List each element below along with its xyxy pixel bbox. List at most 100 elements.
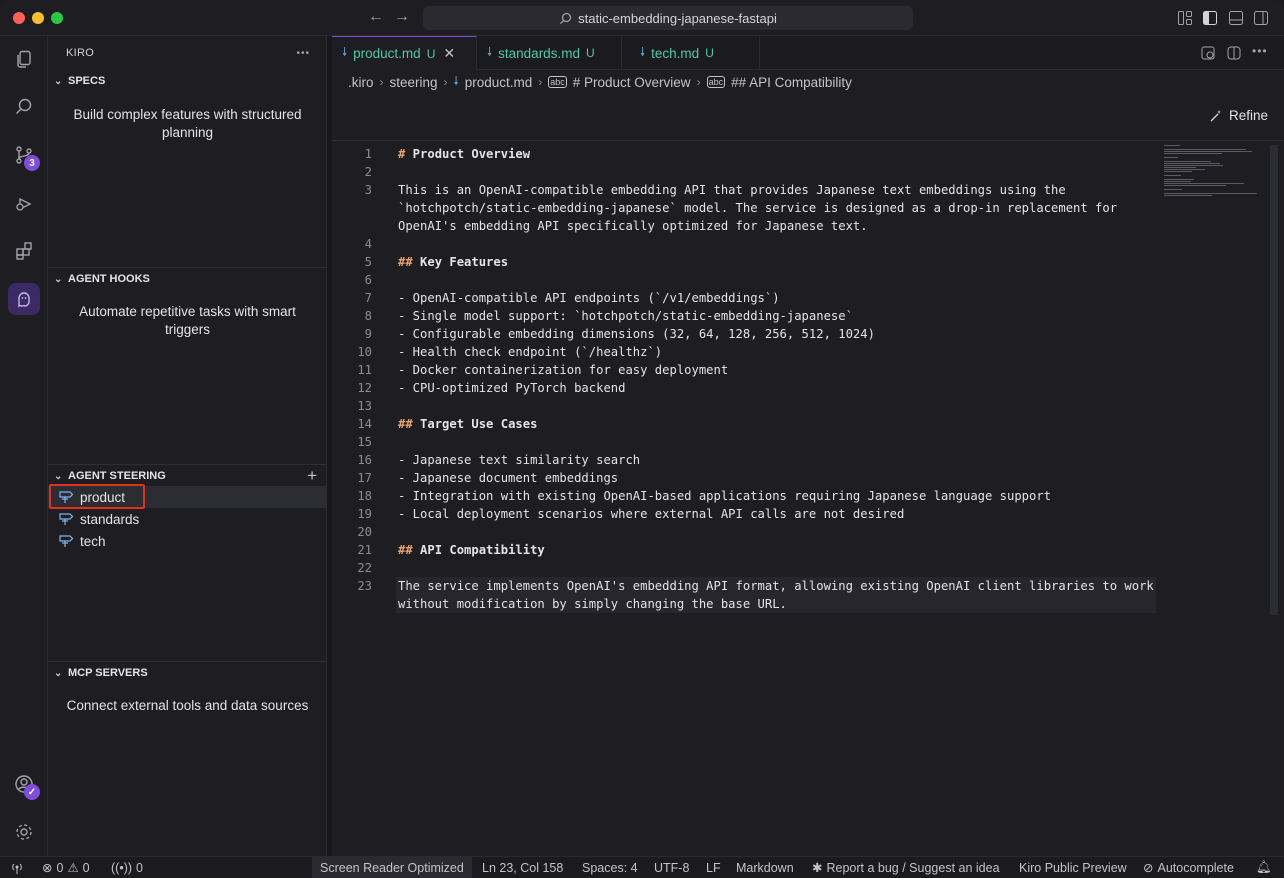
settings-button[interactable] bbox=[8, 816, 40, 848]
minimap[interactable] bbox=[1164, 145, 1268, 205]
line-text: ## Key Features bbox=[398, 255, 509, 269]
breadcrumb-item[interactable]: .kiro bbox=[348, 75, 374, 90]
run-debug-button[interactable] bbox=[8, 187, 40, 219]
panel-title: KIRO bbox=[66, 47, 95, 59]
code-line[interactable]: 4 bbox=[332, 235, 1284, 253]
problems-indicator[interactable]: ⊗ 0 ⚠ 0 bbox=[42, 857, 90, 878]
code-line[interactable]: 13 bbox=[332, 397, 1284, 415]
refine-button[interactable]: Refine bbox=[1209, 108, 1268, 123]
code-line[interactable]: 7 - OpenAI-compatible API endpoints (`/v1… bbox=[332, 289, 1284, 307]
open-preview-icon[interactable] bbox=[1200, 45, 1216, 61]
split-editor-icon[interactable] bbox=[1226, 45, 1242, 61]
minimap-line bbox=[1164, 153, 1222, 154]
agent-hooks-section-header[interactable]: ⌄ AGENT HOOKS bbox=[48, 268, 327, 290]
end-of-line[interactable]: LF bbox=[706, 857, 721, 878]
indentation[interactable]: Spaces: 4 bbox=[582, 857, 638, 878]
close-window-button[interactable] bbox=[13, 12, 25, 24]
autocomplete-toggle[interactable]: ⊘ Autocomplete bbox=[1143, 857, 1234, 878]
line-text: OpenAI's embedding API specifically opti… bbox=[398, 219, 868, 233]
minimize-window-button[interactable] bbox=[32, 12, 44, 24]
code-line[interactable]: 20 bbox=[332, 523, 1284, 541]
explorer-button[interactable] bbox=[8, 43, 40, 75]
account-button[interactable]: ✓ bbox=[8, 768, 40, 800]
line-number: 2 bbox=[364, 165, 372, 179]
code-editor[interactable]: 1 # Product Overview 2 3 This is an OpenAI-c… bbox=[332, 145, 1284, 856]
line-number: 13 bbox=[357, 399, 372, 413]
line-text: without modification by simply changing … bbox=[398, 597, 787, 611]
code-line[interactable]: 9 - Configurable embedding dimensions (32… bbox=[332, 325, 1284, 343]
code-line[interactable]: 23 The service implements OpenAI's embedd… bbox=[332, 577, 1284, 595]
steering-item-standards[interactable]: standards bbox=[48, 508, 327, 530]
code-line[interactable]: 17 - Japanese document embeddings bbox=[332, 469, 1284, 487]
markdown-file-icon: 🠗 bbox=[640, 44, 646, 59]
report-bug-link[interactable]: ✱ Report a bug / Suggest an idea bbox=[812, 857, 1000, 878]
encoding[interactable]: UTF-8 bbox=[654, 857, 689, 878]
code-line[interactable]: 11 - Docker containerization for easy dep… bbox=[332, 361, 1284, 379]
breadcrumb-item[interactable]: product.md bbox=[465, 75, 533, 90]
language-mode[interactable]: Markdown bbox=[736, 857, 794, 878]
tab-product-md[interactable]: 🠗 product.md U ✕ bbox=[332, 36, 477, 70]
code-line[interactable]: 19 - Local deployment scenarios where ext… bbox=[332, 505, 1284, 523]
cursor-position[interactable]: Ln 23, Col 158 bbox=[482, 857, 563, 878]
back-arrow-icon[interactable]: ← bbox=[366, 8, 386, 26]
code-line[interactable]: 8 - Single model support: `hotchpotch/sta… bbox=[332, 307, 1284, 325]
more-actions-icon[interactable]: ••• bbox=[1252, 44, 1268, 58]
breadcrumb-item[interactable]: ## API Compatibility bbox=[731, 75, 852, 90]
maximize-window-button[interactable] bbox=[51, 12, 63, 24]
toggle-panel-icon[interactable] bbox=[1228, 10, 1244, 26]
command-center-search[interactable]: static-embedding-japanese-fastapi bbox=[423, 6, 913, 30]
search-button[interactable] bbox=[8, 91, 40, 123]
error-count: 0 bbox=[56, 860, 64, 875]
extensions-button[interactable] bbox=[8, 235, 40, 267]
line-number: 1 bbox=[364, 147, 372, 161]
kiro-button[interactable] bbox=[8, 283, 40, 315]
code-line[interactable]: 16 - Japanese text similarity search bbox=[332, 451, 1284, 469]
customize-layout-icon[interactable] bbox=[1177, 10, 1193, 26]
line-number: 8 bbox=[364, 309, 372, 323]
code-line[interactable]: 5 ## Key Features bbox=[332, 253, 1284, 271]
code-line[interactable]: 22 bbox=[332, 559, 1284, 577]
vertical-scrollbar[interactable] bbox=[1270, 145, 1278, 615]
minimap-line bbox=[1164, 179, 1194, 180]
code-line[interactable]: 21 ## API Compatibility bbox=[332, 541, 1284, 559]
close-tab-icon[interactable]: ✕ bbox=[443, 45, 455, 62]
minimap-line bbox=[1164, 171, 1192, 172]
ports-indicator[interactable]: ((•)) 0 bbox=[111, 857, 143, 878]
code-line[interactable]: `hotchpotch/static-embedding-japanese` m… bbox=[332, 199, 1284, 217]
tab-tech-md[interactable]: 🠗 tech.md U bbox=[622, 36, 760, 70]
line-text: - Configurable embedding dimensions (32,… bbox=[398, 327, 875, 341]
agent-hooks-description: Automate repetitive tasks with smart tri… bbox=[79, 304, 296, 337]
breadcrumb-item[interactable]: steering bbox=[390, 75, 438, 90]
mcp-servers-section-header[interactable]: ⌄ MCP SERVERS bbox=[48, 662, 327, 684]
notifications-bell-icon[interactable]: 🔔︎ bbox=[1256, 857, 1272, 878]
breadcrumb-item[interactable]: # Product Overview bbox=[573, 75, 691, 90]
code-line[interactable]: 18 - Integration with existing OpenAI-bas… bbox=[332, 487, 1284, 505]
title-bar: ← → static-embedding-japanese-fastapi bbox=[0, 0, 1284, 36]
line-text: ## API Compatibility bbox=[398, 543, 545, 557]
magic-wand-icon bbox=[1210, 109, 1221, 121]
code-line[interactable]: 12 - CPU-optimized PyTorch backend bbox=[332, 379, 1284, 397]
remote-indicator[interactable] bbox=[10, 857, 24, 878]
code-line[interactable]: 1 # Product Overview bbox=[332, 145, 1284, 163]
toggle-primary-sidebar-icon[interactable] bbox=[1202, 10, 1218, 26]
toggle-secondary-sidebar-icon[interactable] bbox=[1253, 10, 1269, 26]
steering-item-tech[interactable]: tech bbox=[48, 530, 327, 552]
code-line[interactable]: 10 - Health check endpoint (`/healthz`) bbox=[332, 343, 1284, 361]
code-line[interactable]: OpenAI's embedding API specifically opti… bbox=[332, 217, 1284, 235]
tab-standards-md[interactable]: 🠗 standards.md U bbox=[477, 36, 622, 70]
line-text: - Japanese text similarity search bbox=[398, 453, 641, 467]
source-control-button[interactable]: 3 bbox=[8, 139, 40, 171]
code-line[interactable]: 14 ## Target Use Cases bbox=[332, 415, 1284, 433]
forward-arrow-icon[interactable]: → bbox=[392, 8, 412, 26]
add-steering-icon[interactable]: + bbox=[307, 466, 317, 486]
code-line[interactable]: 2 bbox=[332, 163, 1284, 181]
chevron-down-icon: ⌄ bbox=[54, 273, 63, 285]
code-line[interactable]: 3 This is an OpenAI-compatible embedding … bbox=[332, 181, 1284, 199]
screen-reader-status[interactable]: Screen Reader Optimized bbox=[312, 857, 472, 878]
kiro-preview-label[interactable]: Kiro Public Preview bbox=[1019, 857, 1127, 878]
code-line[interactable]: 6 bbox=[332, 271, 1284, 289]
code-line[interactable]: 15 bbox=[332, 433, 1284, 451]
code-line[interactable]: without modification by simply changing … bbox=[332, 595, 1284, 613]
specs-section-header[interactable]: ⌄ SPECS bbox=[48, 70, 327, 92]
more-actions-icon[interactable]: ••• bbox=[296, 48, 310, 59]
